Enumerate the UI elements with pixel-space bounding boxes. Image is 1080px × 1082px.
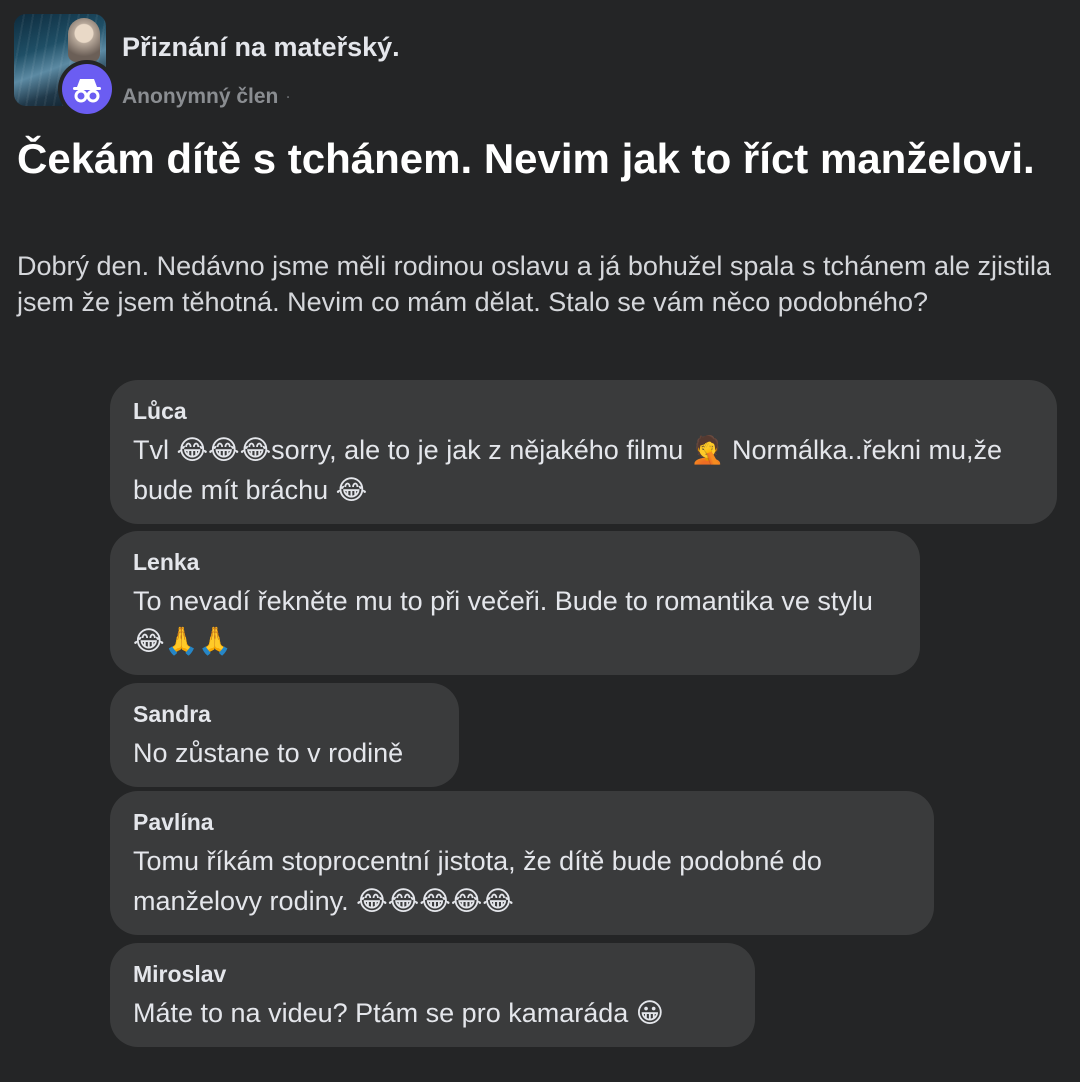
anonymous-avatar[interactable] bbox=[58, 60, 116, 118]
comment-bubble[interactable]: Miroslav Máte to na videu? Ptám se pro k… bbox=[110, 943, 755, 1047]
thumbnail-figure bbox=[68, 18, 100, 62]
author-line: Anonymný člen · bbox=[122, 85, 290, 109]
anonymous-incognito-icon bbox=[62, 64, 112, 114]
post-title: Čekám dítě s tchánem. Nevim jak to říct … bbox=[17, 135, 1035, 182]
comment-author[interactable]: Miroslav bbox=[133, 959, 731, 989]
comment-text: No zůstane to v rodině bbox=[133, 738, 404, 768]
comment-bubble[interactable]: Sandra No zůstane to v rodině bbox=[110, 683, 459, 787]
comment-author[interactable]: Sandra bbox=[133, 699, 435, 729]
comment-text: To nevadí řekněte mu to při večeři. Bude… bbox=[133, 586, 873, 656]
comment-author[interactable]: Lenka bbox=[133, 547, 896, 577]
post-header: Přiznání na mateřský. Anonymný člen · bbox=[14, 14, 614, 118]
comment-author[interactable]: Pavlína bbox=[133, 807, 910, 837]
comment-text: Máte to na videu? Ptám se pro kamaráda 😀 bbox=[133, 998, 664, 1028]
comment-text: Tvl 😂😂😂sorry, ale to je jak z nějakého f… bbox=[133, 435, 1003, 505]
comment-text: Tomu říkám stoprocentní jistota, že dítě… bbox=[133, 846, 822, 916]
comment-author[interactable]: Lůca bbox=[133, 396, 1033, 426]
comment-bubble[interactable]: Lenka To nevadí řekněte mu to při večeři… bbox=[110, 531, 920, 675]
author-separator: · bbox=[286, 90, 291, 105]
comment-bubble[interactable]: Lůca Tvl 😂😂😂sorry, ale to je jak z nějak… bbox=[110, 380, 1057, 524]
comment-bubble[interactable]: Pavlína Tomu říkám stoprocentní jistota,… bbox=[110, 791, 934, 935]
author-name[interactable]: Anonymný člen bbox=[122, 85, 278, 108]
group-name[interactable]: Přiznání na mateřský. bbox=[122, 32, 400, 63]
post-body: Dobrý den. Nedávno jsme měli rodinou osl… bbox=[17, 251, 1052, 317]
